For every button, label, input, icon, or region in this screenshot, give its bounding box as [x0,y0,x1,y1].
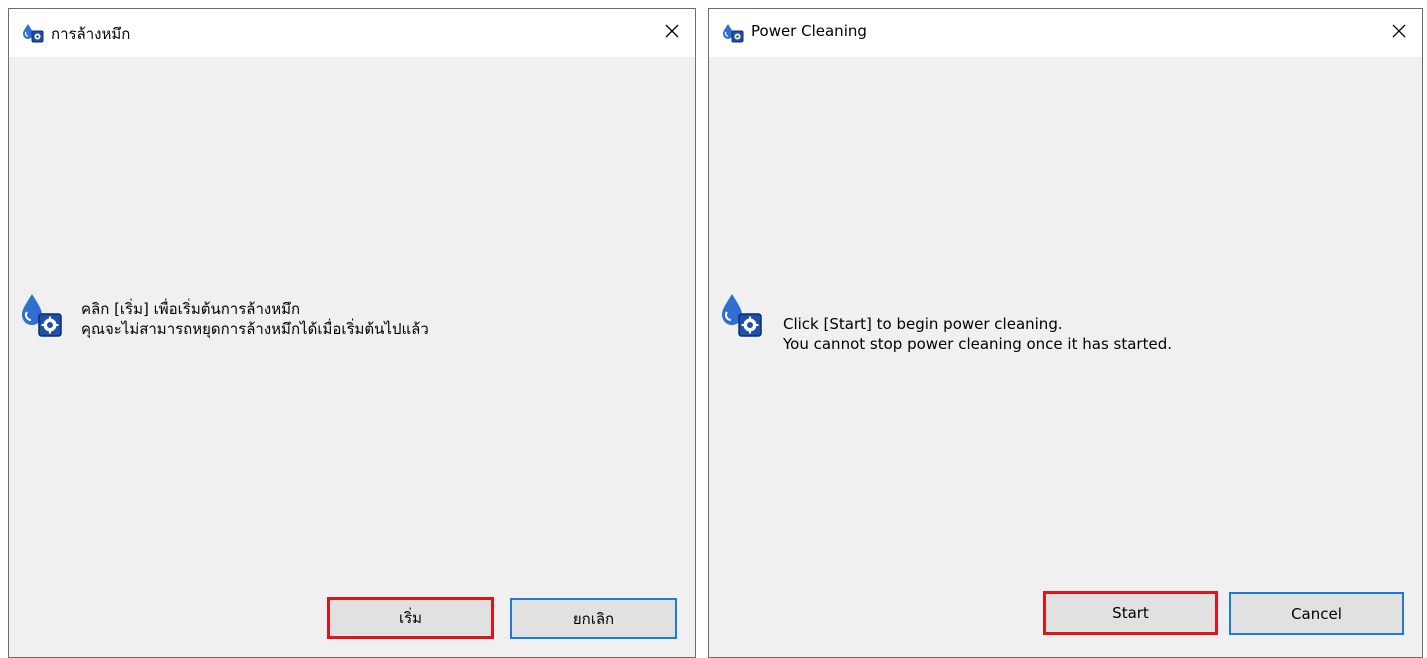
power-cleaning-dialog: Power Cleaning Click [Start] to begin po… [708,8,1423,658]
cancel-button-label: ยกเลิก [572,609,615,628]
start-button[interactable]: Start [1043,591,1218,635]
cancel-button[interactable]: Cancel [1229,592,1404,635]
start-button-label: Start [1112,604,1149,622]
window-title: การล้างหมึก [51,25,131,43]
ink-cleaning-icon [19,292,63,342]
start-button-label: เริ่ม [398,609,423,627]
close-icon [664,23,680,43]
message-line-2: คุณจะไม่สามารถหยุดการล้างหมึกได้เมื่อเริ… [81,320,429,338]
message-line-2: You cannot stop power cleaning once it h… [783,335,1172,353]
start-button[interactable]: เริ่ม [327,597,494,639]
message-text: คลิก [เริ่ม] เพื่อเริ่มต้นการล้างหมึก คุ… [81,299,429,339]
title-bar: การล้างหมึก [9,9,695,57]
ink-cleaning-icon [719,292,763,342]
ink-cleaning-dialog-thai: การล้างหมึก คลิก [เริ่ม] เพื่อเริ่มต้นกา… [8,8,696,658]
close-icon [1391,23,1407,43]
ink-cleaning-icon [21,23,45,43]
title-bar: Power Cleaning [709,9,1422,57]
message-line-1: Click [Start] to begin power cleaning. [783,315,1063,333]
cancel-button[interactable]: ยกเลิก [510,598,677,639]
close-button[interactable] [649,9,695,57]
message-text: Click [Start] to begin power cleaning. Y… [783,314,1172,354]
window-title: Power Cleaning [751,22,867,40]
message-line-1: คลิก [เริ่ม] เพื่อเริ่มต้นการล้างหมึก [81,300,301,318]
cancel-button-label: Cancel [1291,604,1342,623]
close-button[interactable] [1376,9,1422,57]
ink-cleaning-icon [721,23,745,43]
